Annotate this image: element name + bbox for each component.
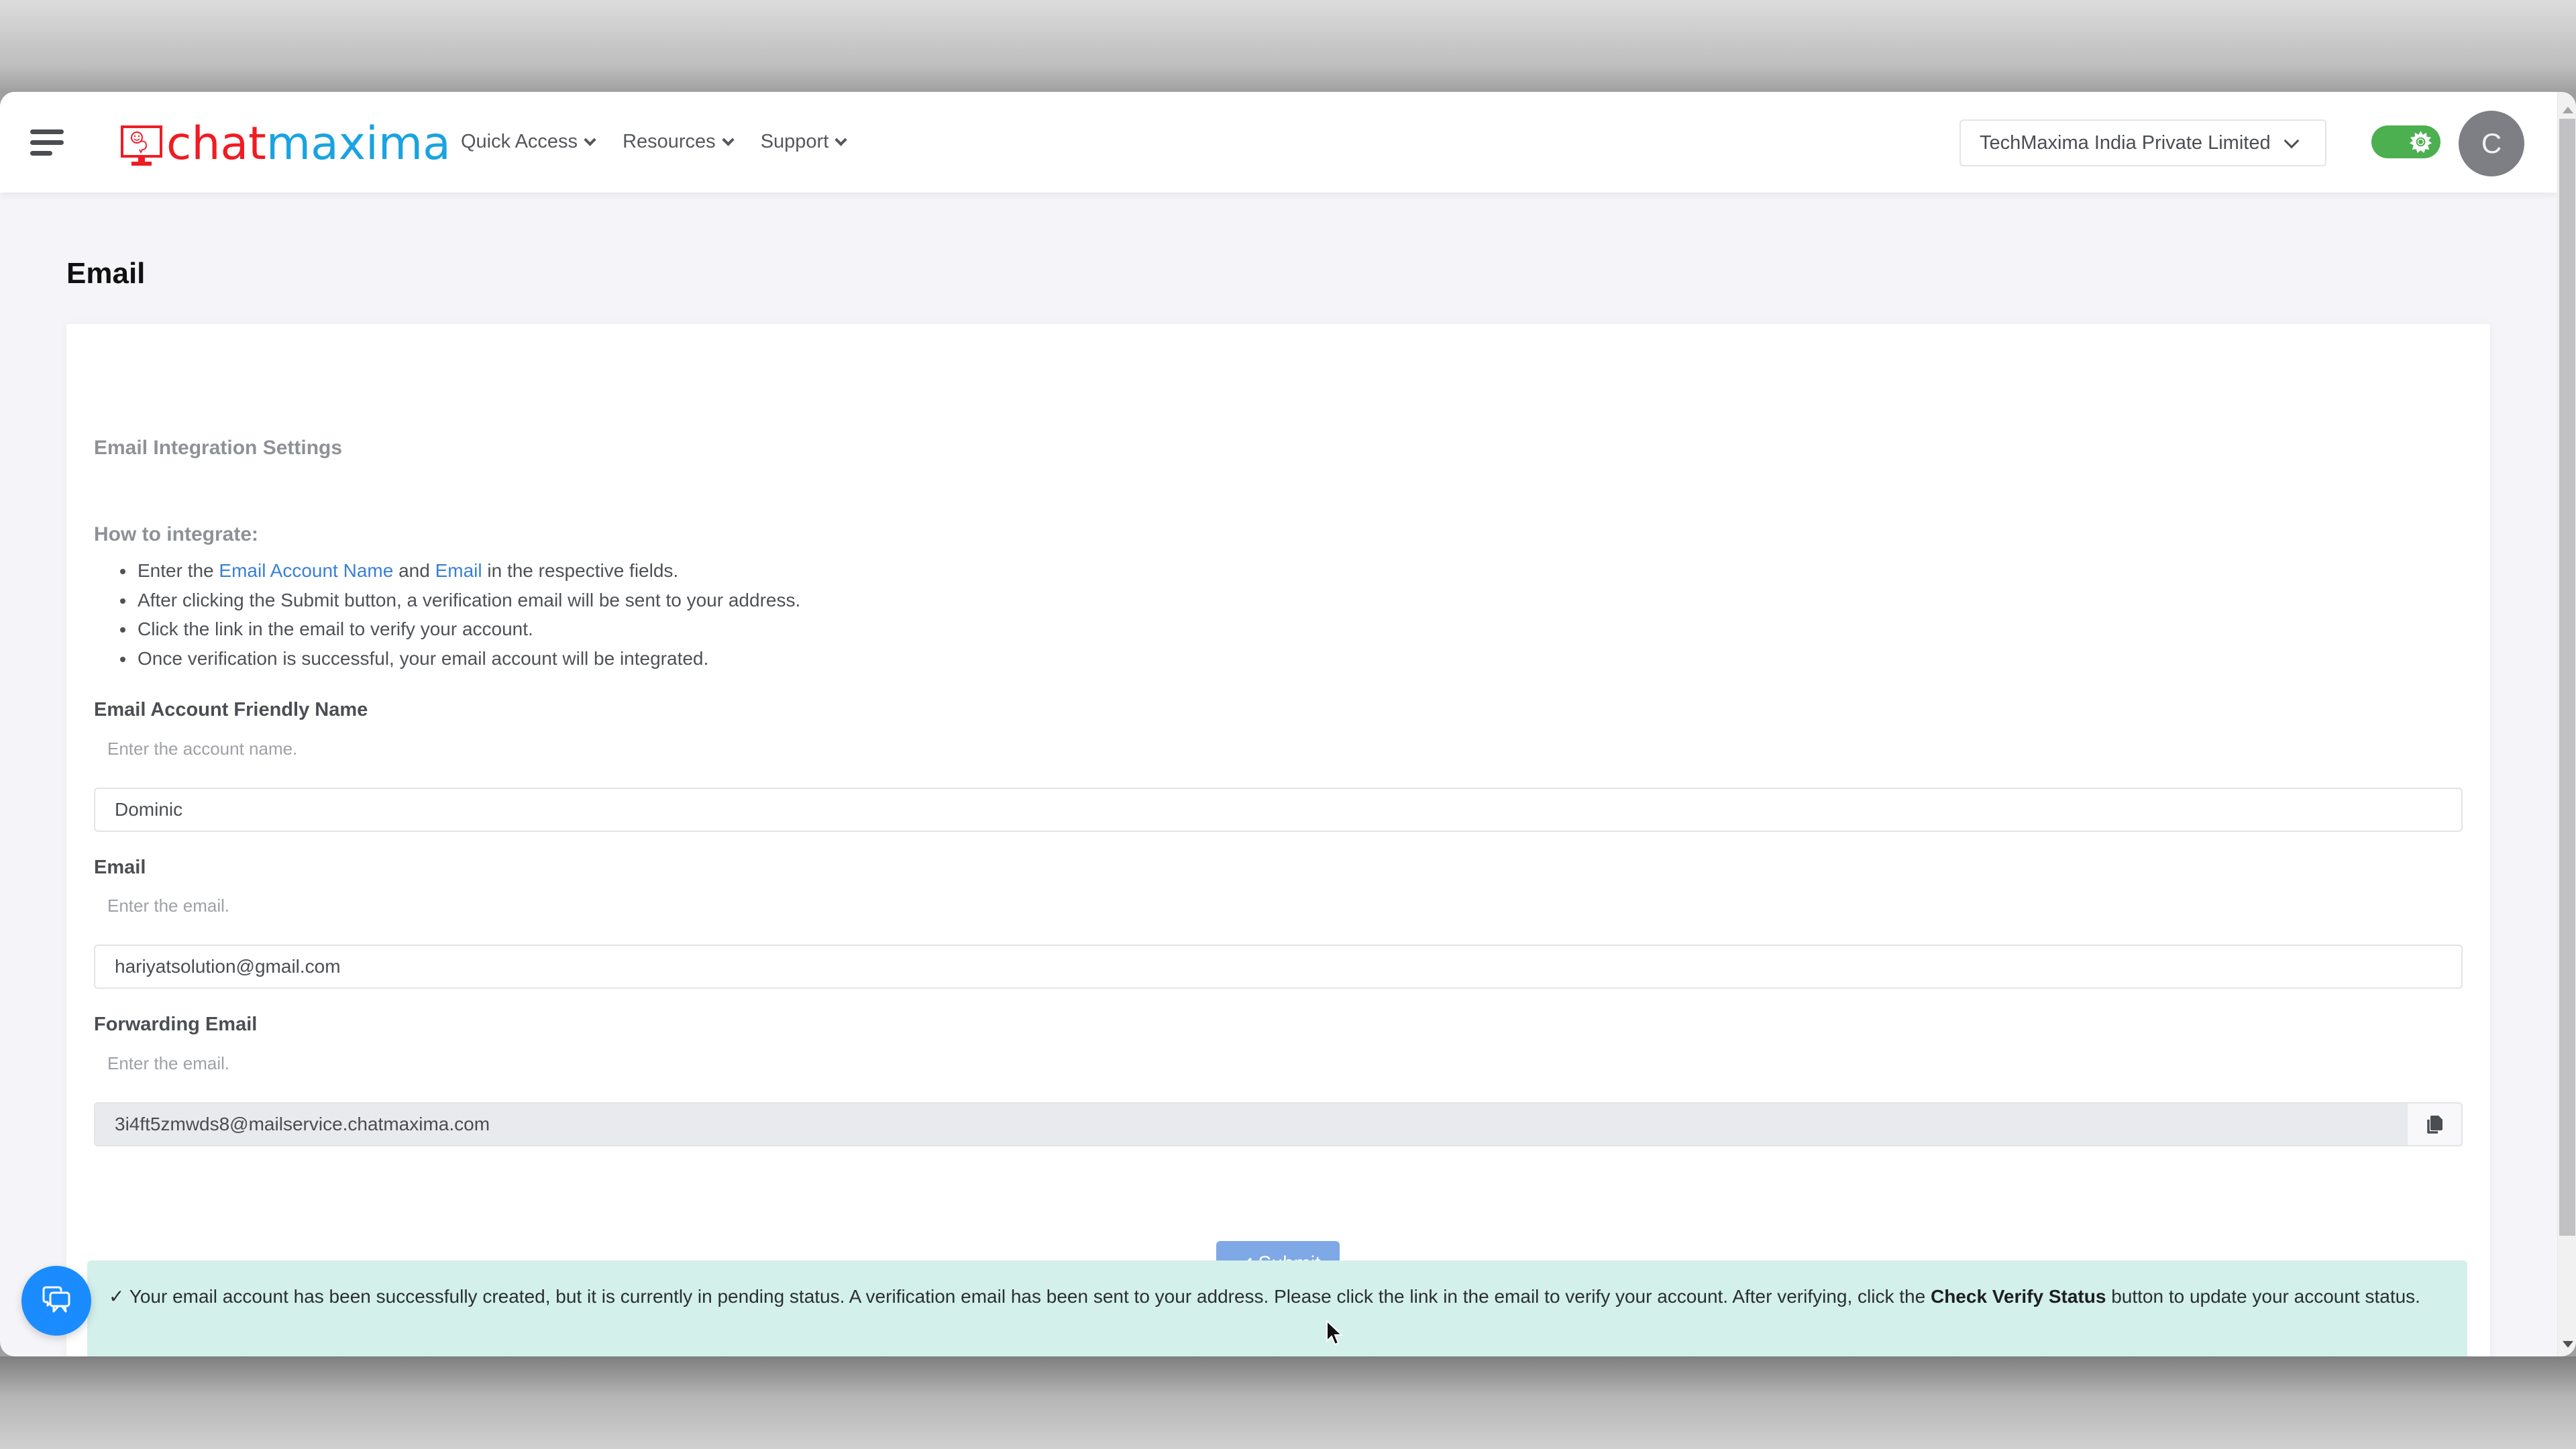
nav-quick-access[interactable]: Quick Access	[461, 131, 596, 153]
step-text: Enter the	[138, 560, 219, 581]
integration-steps: Enter the Email Account Name and Email i…	[120, 556, 800, 673]
how-to-integrate-heading: How to integrate:	[94, 523, 258, 545]
logo-text-chat: chat	[166, 117, 266, 170]
monitor-smiley-logo-icon	[121, 125, 162, 166]
page-title: Email	[66, 257, 146, 290]
theme-toggle[interactable]	[2371, 125, 2440, 158]
alert-text-before: Your email account has been successfully…	[129, 1286, 1931, 1307]
chevron-down-icon	[835, 133, 847, 146]
friendly-name-label: Email Account Friendly Name	[94, 699, 368, 720]
sun-icon	[2409, 130, 2432, 154]
user-avatar[interactable]: C	[2459, 111, 2524, 176]
step-item: After clicking the Submit button, a veri…	[120, 586, 800, 615]
check-icon: ✓	[109, 1286, 129, 1307]
browser-window: chat maxima Quick Access Resources Suppor…	[0, 92, 2576, 1356]
pending-status-alert: ✓ Your email account has been successful…	[87, 1260, 2467, 1356]
email-hint: Enter the email.	[107, 896, 230, 916]
email-value: hariyatsolution@gmail.com	[115, 956, 341, 977]
chevron-down-icon	[721, 133, 735, 146]
scrollbar-thumb[interactable]	[2559, 119, 2575, 1236]
forwarding-email-hint: Enter the email.	[107, 1053, 230, 1073]
logo-text-maxima: maxima	[266, 117, 451, 170]
organization-select-value: TechMaxima India Private Limited	[1980, 131, 2271, 154]
check-verify-status-text: Check Verify Status	[1930, 1286, 2106, 1307]
email-label: Email	[94, 857, 146, 878]
email-link[interactable]: Email	[435, 560, 482, 581]
page-scrollbar[interactable]	[2557, 92, 2576, 1356]
email-account-name-link[interactable]: Email Account Name	[219, 560, 393, 581]
nav-support[interactable]: Support	[760, 131, 847, 153]
forwarding-email-value: 3i4ft5zmwds8@mailservice.chatmaxima.com	[115, 1114, 490, 1134]
desktop-background	[0, 1356, 2576, 1449]
chat-bubbles-icon	[42, 1286, 70, 1313]
avatar-initial: C	[2481, 127, 2502, 159]
card-title: Email Integration Settings	[94, 437, 343, 459]
email-input[interactable]: hariyatsolution@gmail.com	[94, 945, 2463, 989]
copy-icon	[2427, 1116, 2443, 1134]
friendly-name-value: Dominic	[115, 799, 183, 820]
chevron-down-icon	[584, 133, 596, 146]
friendly-name-hint: Enter the account name.	[107, 739, 298, 759]
chat-widget-button[interactable]	[21, 1266, 91, 1336]
scroll-up-arrow-icon[interactable]	[2563, 107, 2573, 113]
nav-resources-label: Resources	[623, 131, 716, 152]
friendly-name-input[interactable]: Dominic	[94, 788, 2463, 832]
hamburger-menu-icon[interactable]	[30, 129, 64, 156]
copy-forwarding-email-button[interactable]	[2408, 1102, 2463, 1146]
step-text: and	[393, 560, 435, 581]
mouse-cursor-icon	[1326, 1320, 1343, 1346]
nav-resources[interactable]: Resources	[623, 131, 735, 153]
forwarding-email-input[interactable]: 3i4ft5zmwds8@mailservice.chatmaxima.com	[94, 1102, 2408, 1146]
scroll-down-arrow-icon[interactable]	[2563, 1341, 2573, 1348]
alert-text-after: button to update your account status.	[2106, 1286, 2420, 1307]
step-item: Click the link in the email to verify yo…	[120, 614, 800, 644]
forwarding-email-label: Forwarding Email	[94, 1014, 258, 1035]
nav-quick-access-label: Quick Access	[461, 131, 578, 152]
nav-support-label: Support	[760, 131, 829, 152]
chatmaxima-logo[interactable]: chat maxima	[121, 120, 451, 167]
step-item: Once verification is successful, your em…	[120, 644, 800, 674]
main-nav: Quick Access Resources Support	[461, 131, 873, 153]
step-text: in the respective fields.	[482, 560, 679, 581]
chevron-down-icon	[2284, 133, 2300, 149]
email-integration-card: Email Integration Settings How to integr…	[66, 324, 2490, 1356]
step-item: Enter the Email Account Name and Email i…	[120, 556, 800, 586]
organization-select[interactable]: TechMaxima India Private Limited	[1960, 119, 2326, 166]
top-navbar: chat maxima Quick Access Resources Suppor…	[0, 92, 2557, 193]
